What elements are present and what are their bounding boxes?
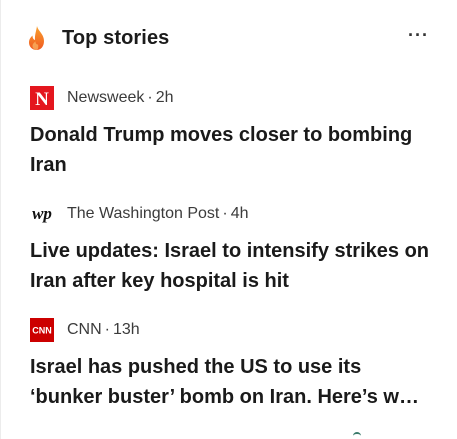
top-stories-card: Top stories ··· N Newsweek · 2h Donald T… bbox=[0, 0, 457, 439]
story-headline[interactable]: Donald Trump moves closer to bombing Ira… bbox=[30, 120, 430, 180]
svg-text:wp: wp bbox=[32, 204, 52, 223]
story-time: 4h bbox=[230, 205, 249, 222]
washington-post-logo: wp bbox=[30, 202, 54, 226]
story-item[interactable]: N Newsweek · 2h Donald Trump moves close… bbox=[30, 86, 430, 180]
svg-text:CNN: CNN bbox=[32, 326, 52, 336]
partial-icon bbox=[353, 432, 361, 436]
story-time: 2h bbox=[155, 89, 174, 106]
source-separator: · bbox=[147, 89, 153, 106]
story-source[interactable]: Newsweek bbox=[67, 89, 144, 107]
source-separator: · bbox=[222, 205, 228, 222]
story-source-row: N Newsweek · 2h bbox=[30, 86, 430, 110]
flame-icon bbox=[29, 26, 44, 50]
story-source-row: CNN CNN · 13h bbox=[30, 318, 430, 342]
svg-text:N: N bbox=[35, 89, 49, 110]
story-time: 13h bbox=[113, 321, 140, 338]
card-header: Top stories ··· bbox=[25, 22, 437, 54]
story-source[interactable]: CNN bbox=[67, 321, 102, 339]
source-separator: · bbox=[104, 321, 110, 338]
cnn-logo: CNN bbox=[30, 318, 54, 342]
story-item[interactable]: wp The Washington Post · 4h Live updates… bbox=[30, 202, 430, 296]
story-source[interactable]: The Washington Post bbox=[67, 205, 219, 223]
story-headline[interactable]: Live updates: Israel to intensify strike… bbox=[30, 236, 430, 296]
story-headline[interactable]: Israel has pushed the US to use its ‘bun… bbox=[30, 352, 430, 412]
story-item[interactable]: CNN CNN · 13h Israel has pushed the US t… bbox=[30, 318, 430, 412]
newsweek-logo: N bbox=[30, 86, 54, 110]
card-title: Top stories bbox=[62, 26, 170, 49]
more-options-button[interactable]: ··· bbox=[408, 24, 429, 46]
story-source-row: wp The Washington Post · 4h bbox=[30, 202, 430, 226]
